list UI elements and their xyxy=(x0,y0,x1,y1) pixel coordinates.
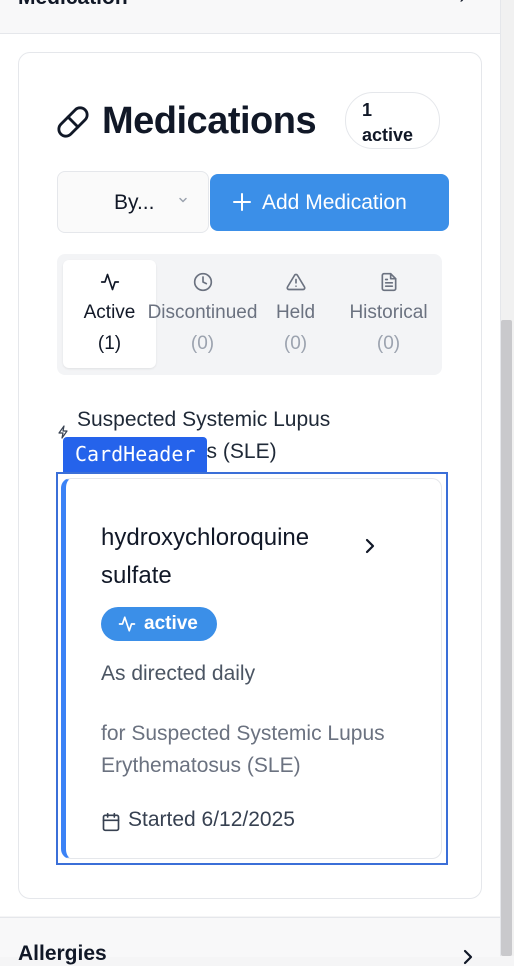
status-label: active xyxy=(144,613,198,634)
plus-icon xyxy=(233,193,251,211)
clock-icon xyxy=(193,272,213,292)
calendar-icon xyxy=(102,812,120,832)
sort-select[interactable]: By... xyxy=(57,171,209,233)
alert-triangle-icon xyxy=(286,273,306,291)
medication-section-header[interactable]: Medication › xyxy=(0,0,500,34)
tab-count: (0) xyxy=(283,333,308,354)
medication-name: hydroxychloroquine sulfate xyxy=(101,524,310,589)
chevron-right-icon xyxy=(463,949,473,965)
indication-text: for Suspected Systemic Lupus Erythematos… xyxy=(101,722,385,777)
tab-count: (1) xyxy=(97,333,122,354)
scrollbar-thumb[interactable] xyxy=(501,320,512,956)
active-count-number: 1 xyxy=(362,100,373,120)
allergies-section-header[interactable]: Allergies xyxy=(0,917,500,965)
section-title: Medication xyxy=(18,0,128,10)
status-badge: active xyxy=(101,607,217,641)
sort-select-value: By... xyxy=(114,191,155,214)
tab-discontinued[interactable]: Discontinued (0) xyxy=(148,260,257,368)
chevron-right-icon: › xyxy=(459,0,466,9)
file-text-icon xyxy=(381,272,397,292)
add-medication-button[interactable]: Add Medication xyxy=(210,174,449,231)
status-tabs: Active (1) Discontinued (0) Held (0) His… xyxy=(57,254,442,375)
pill-icon xyxy=(57,106,89,138)
dosage-text: As directed daily xyxy=(101,662,256,685)
section-title: Allergies xyxy=(18,942,107,965)
active-count-label: active xyxy=(362,125,414,145)
tab-count: (0) xyxy=(376,333,401,354)
tab-active[interactable]: Active (1) xyxy=(63,260,156,368)
add-medication-label: Add Medication xyxy=(262,191,407,214)
start-date: Started 6/12/2025 xyxy=(128,808,295,831)
chevron-right-icon[interactable] xyxy=(364,537,376,555)
page-title: Medications xyxy=(102,100,317,142)
activity-icon xyxy=(118,616,136,632)
active-count-badge: 1 active xyxy=(345,92,440,149)
card-header-debug-tag: CardHeader xyxy=(63,437,208,472)
tab-label: Historical xyxy=(349,302,428,323)
tab-held[interactable]: Held (0) xyxy=(249,260,342,368)
tab-historical[interactable]: Historical (0) xyxy=(342,260,435,368)
activity-icon xyxy=(100,273,120,291)
tab-count: (0) xyxy=(190,333,215,354)
card-header: Medications 1 active xyxy=(56,92,456,152)
chevron-down-icon xyxy=(179,197,187,203)
